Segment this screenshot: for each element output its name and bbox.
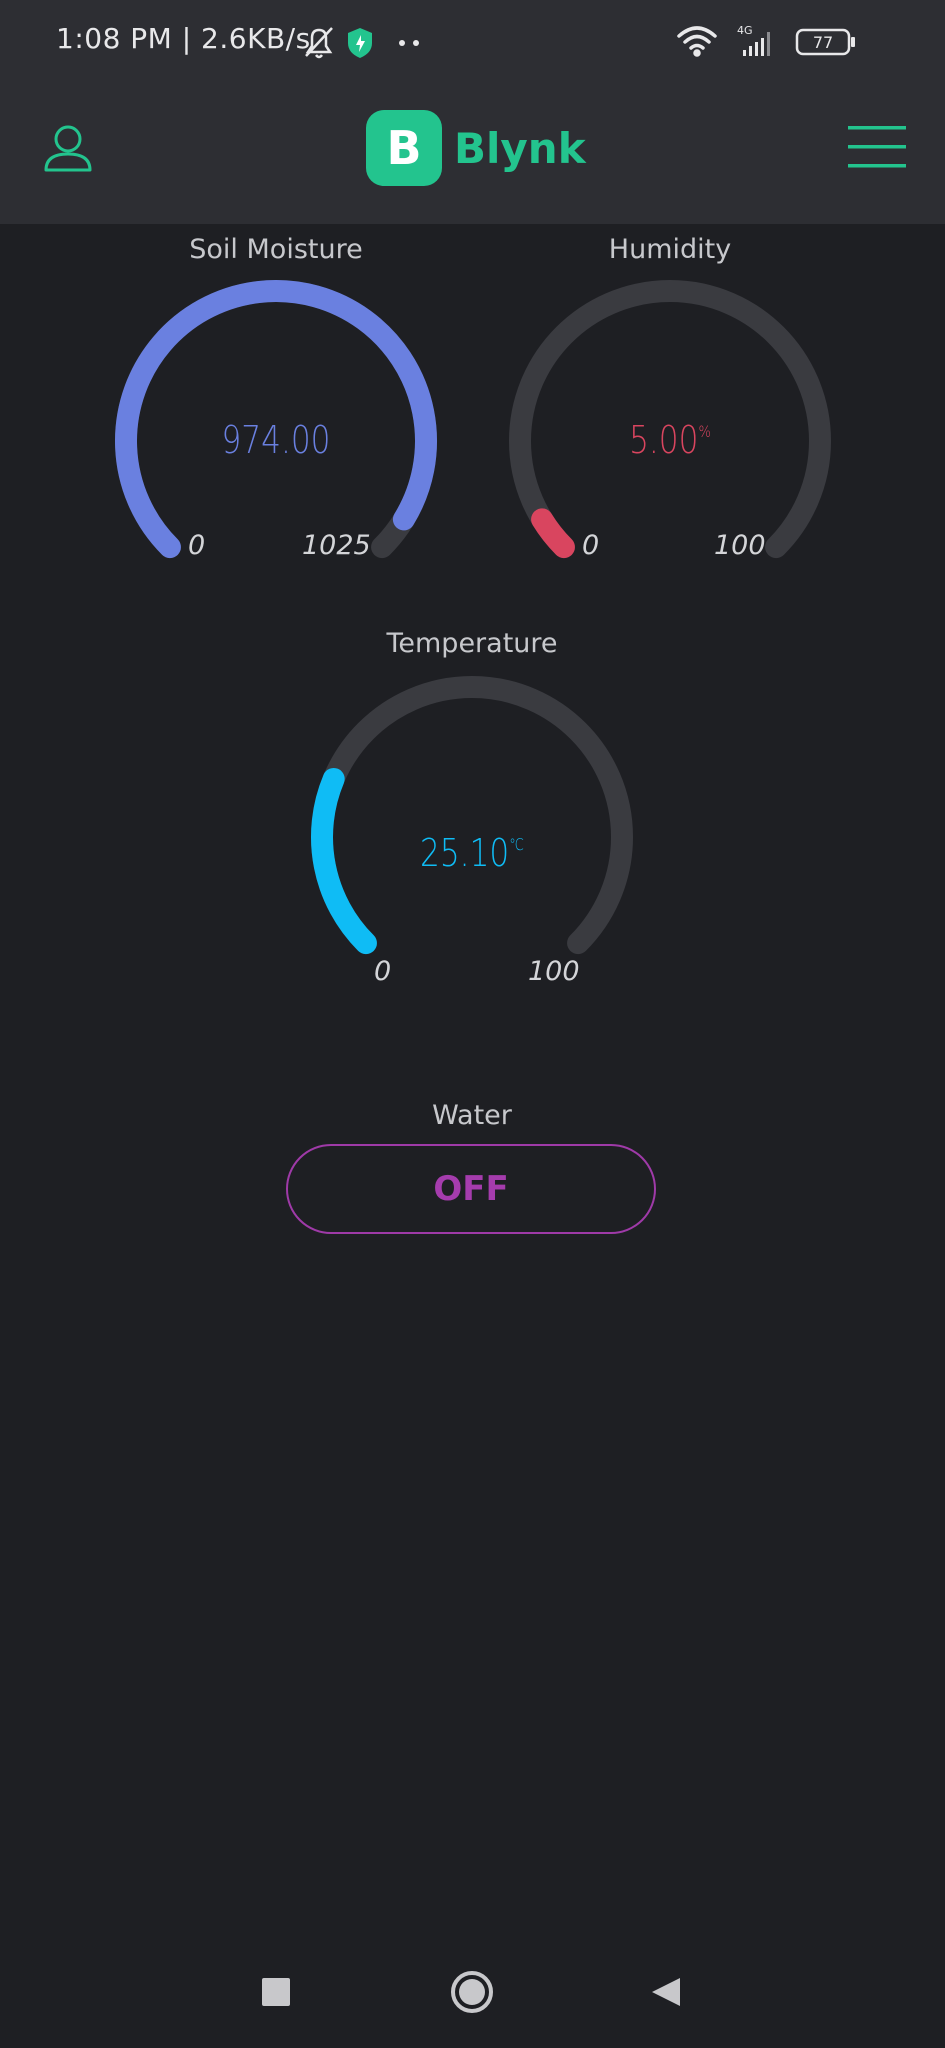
water-toggle-button[interactable]: OFF [286, 1144, 656, 1234]
temperature-value: 25.10℃ [420, 831, 524, 875]
status-notification-icons [305, 27, 419, 59]
back-icon[interactable] [652, 1978, 680, 2006]
bell-muted-icon [305, 27, 333, 59]
humidity-title: Humidity [608, 234, 732, 265]
soil-moisture-max: 1025 [302, 530, 371, 561]
temperature-title: Temperature [386, 628, 558, 659]
soil-moisture-title: Soil Moisture [189, 234, 363, 265]
battery-icon: 77 [795, 28, 855, 56]
home-icon[interactable] [451, 1971, 493, 2013]
humidity-arc [531, 508, 575, 559]
logo-text: Blynk [454, 123, 586, 173]
blynk-logo: B Blynk [366, 110, 586, 186]
humidity-max: 100 [714, 530, 766, 561]
humidity-min: 0 [582, 530, 600, 561]
status-right-icons: 4G 77 [677, 24, 855, 57]
navigation-bar [262, 1971, 680, 2013]
soil-moisture-min: 0 [188, 530, 206, 561]
status-bar: 1:08 PM | 2.6KB/s 4G 77 [0, 0, 945, 85]
user-profile-icon[interactable] [44, 124, 92, 174]
status-time-speed: 1:08 PM | 2.6KB/s [56, 22, 311, 55]
dot-icon [413, 40, 419, 46]
temperature-max: 100 [528, 956, 580, 987]
hamburger-menu-icon[interactable] [848, 126, 906, 168]
network-label: 4G [737, 24, 753, 37]
humidity-value: 5.00% [629, 418, 711, 462]
shield-icon [348, 28, 372, 58]
dot-icon [399, 40, 405, 46]
water-title: Water [432, 1100, 512, 1131]
wifi-icon [677, 26, 717, 57]
temperature-min: 0 [374, 956, 392, 987]
temperature-gauge [311, 676, 633, 955]
soil-moisture-value: 974.00 [221, 418, 331, 462]
recent-apps-icon[interactable] [262, 1978, 290, 2006]
logo-mark: B [366, 110, 442, 186]
battery-level: 77 [813, 33, 833, 52]
